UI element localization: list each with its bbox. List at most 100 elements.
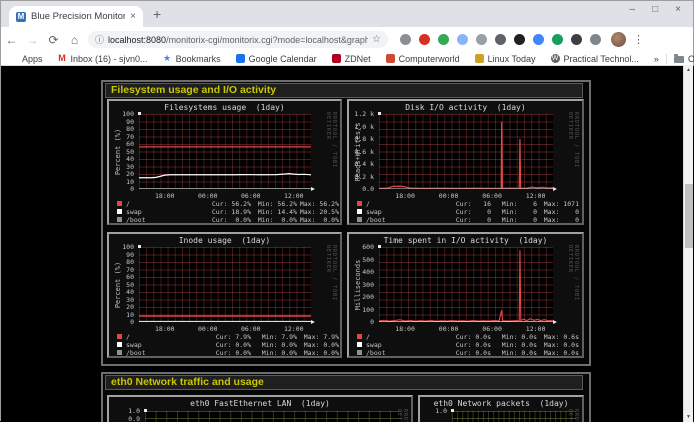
- rrdtool-watermark: RRDTOOL / TOBI OETIKER: [325, 245, 337, 330]
- extension-icon[interactable]: [438, 34, 449, 45]
- graph-panel-eth0-packets[interactable]: eth0 Network packets (1day)Packets/s1.0R…: [418, 395, 584, 422]
- maximize-button[interactable]: □: [652, 4, 658, 15]
- url-path: /monitorix-cgi/monitorix.cgi?mode=localh…: [166, 35, 368, 45]
- bookmark-star[interactable]: ★Bookmarks: [163, 54, 221, 64]
- browser-toolbar: ← → ⟳ ⌂ ⓘ localhost:8080/monitorix-cgi/m…: [1, 27, 693, 53]
- legend-name: /: [366, 200, 370, 208]
- bookmark-calendar[interactable]: Google Calendar: [236, 54, 317, 64]
- other-bookmarks-label: Other bookmarks: [688, 54, 694, 64]
- legend-swatch: [117, 209, 122, 214]
- other-bookmarks-button[interactable]: Other bookmarks: [674, 54, 694, 64]
- extension-icon[interactable]: [552, 34, 563, 45]
- legend-min: Min: 0.0s: [495, 341, 537, 349]
- bookmark-apps-grid[interactable]: ▦Apps: [9, 54, 43, 64]
- tab-title: Blue Precision Monitorix: [31, 11, 125, 22]
- bookmark-star-icon[interactable]: ☆: [372, 34, 381, 45]
- y-axis-arrow: [378, 112, 381, 115]
- graph-panel-io-time[interactable]: Time spent in I/O activity (1day)Millise…: [347, 232, 584, 358]
- star-icon: ★: [163, 54, 172, 63]
- x-tick-label: 00:00: [439, 325, 459, 333]
- extension-icon[interactable]: [457, 34, 468, 45]
- new-tab-button[interactable]: +: [153, 6, 161, 22]
- graph-title: Inode usage (1day): [109, 236, 340, 245]
- home-icon[interactable]: ⌂: [64, 33, 85, 47]
- legend-swatch: [117, 350, 122, 355]
- legend-cur: Cur: 0: [441, 208, 491, 216]
- computerworld-icon: [386, 54, 395, 63]
- x-axis-arrow: [553, 187, 557, 191]
- x-tick-label: 00:00: [439, 192, 459, 200]
- bookmark-computerworld[interactable]: Computerworld: [386, 54, 460, 64]
- y-tick-label: 0.6 k: [349, 148, 374, 156]
- bookmark-gmail[interactable]: MInbox (16) - sjvn0...: [58, 54, 148, 64]
- y-tick-label: 600: [349, 243, 374, 251]
- page-info-icon[interactable]: ⓘ: [95, 33, 104, 46]
- y-axis-arrow: [378, 245, 381, 248]
- legend-max: Max: 0.0%: [299, 216, 339, 224]
- rrdtool-watermark: RRDTOOL / TOBI OETIKER: [396, 409, 408, 422]
- x-axis-arrow: [311, 187, 315, 191]
- plot-area: [139, 114, 311, 189]
- browser-menu-icon[interactable]: ⋮: [633, 33, 644, 46]
- y-axis-arrow: [138, 112, 141, 115]
- graph-panel-eth0-traffic[interactable]: eth0 FastEthernet LAN (1day)1.00.9RRDTOO…: [107, 395, 413, 422]
- legend-name: swap: [126, 341, 142, 349]
- profile-avatar[interactable]: [611, 32, 626, 47]
- bookmark-wordpress[interactable]: WPractical Technol...: [551, 54, 639, 64]
- y-tick-label: 400: [349, 268, 374, 276]
- browser-tab[interactable]: M Blue Precision Monitorix ×: [9, 6, 143, 27]
- close-button[interactable]: ×: [675, 4, 681, 15]
- graph-series: [379, 114, 553, 189]
- legend-swatch: [357, 350, 362, 355]
- scroll-up-icon[interactable]: ▲: [684, 65, 693, 75]
- tab-close-icon[interactable]: ×: [130, 11, 136, 22]
- minimize-button[interactable]: –: [630, 4, 636, 15]
- back-icon[interactable]: ←: [1, 33, 22, 47]
- bookmarks-overflow-chevron[interactable]: »: [654, 54, 659, 64]
- section-header-eth0: eth0 Network traffic and usage: [105, 375, 583, 390]
- extension-icon[interactable]: [533, 34, 544, 45]
- rrdtool-watermark: RRDTOOL / TOBI OETIKER: [567, 245, 579, 330]
- legend-name: /: [366, 333, 370, 341]
- window-controls: – □ ×: [630, 4, 681, 15]
- monitorix-favicon-icon: M: [16, 12, 26, 22]
- bookmark-zdnet[interactable]: ZDNet: [332, 54, 371, 64]
- extension-icon[interactable]: [476, 34, 487, 45]
- x-tick-label: 12:00: [526, 325, 546, 333]
- y-tick-label: 500: [349, 256, 374, 264]
- x-tick-label: 18:00: [395, 192, 415, 200]
- rrdtool-watermark: RRDTOOL / TOBI OETIKER: [567, 112, 579, 197]
- graph-panel-disk-io[interactable]: Disk I/O activity (1day)Reads+Writes/s1.…: [347, 99, 584, 225]
- extension-icon[interactable]: [495, 34, 506, 45]
- legend-max: Max: 0.0%: [299, 349, 339, 357]
- bookmark-label: Apps: [22, 54, 43, 64]
- extension-icon[interactable]: [514, 34, 525, 45]
- reload-icon[interactable]: ⟳: [43, 33, 64, 47]
- graph-panel-filesystems-usage[interactable]: Filesystems usage (1day)Percent (%)10090…: [107, 99, 342, 225]
- y-axis-arrow: [138, 245, 141, 248]
- y-tick-label: 100: [349, 306, 374, 314]
- rrdtool-watermark: RRDTOOL / TOBI OETIKER: [567, 409, 579, 422]
- extension-icon[interactable]: [571, 34, 582, 45]
- y-tick-label: 0: [109, 185, 134, 193]
- x-tick-label: 12:00: [284, 325, 304, 333]
- address-bar[interactable]: ⓘ localhost:8080/monitorix-cgi/monitorix…: [88, 31, 388, 48]
- x-tick-label: 00:00: [198, 192, 218, 200]
- legend-name: /boot: [366, 216, 386, 224]
- graph-panel-inode-usage[interactable]: Inode usage (1day)Percent (%)10090807060…: [107, 232, 342, 358]
- legend-swatch: [117, 334, 122, 339]
- graph-series: [139, 114, 311, 189]
- page-scrollbar[interactable]: ▲ ▼: [683, 65, 693, 422]
- tab-strip: M Blue Precision Monitorix × + – □ ×: [1, 1, 693, 27]
- extension-icon[interactable]: [419, 34, 430, 45]
- bookmark-linux-today[interactable]: Linux Today: [475, 54, 536, 64]
- extension-icon[interactable]: [400, 34, 411, 45]
- extension-icon[interactable]: [590, 34, 601, 45]
- legend-min: Min: 0.0%: [255, 349, 297, 357]
- y-tick-label: 200: [349, 293, 374, 301]
- x-tick-label: 18:00: [155, 325, 175, 333]
- legend-name: /: [126, 200, 130, 208]
- scrollbar-thumb[interactable]: [685, 184, 693, 248]
- legend-max: Max: 0.0s: [539, 349, 579, 357]
- calendar-icon: [236, 54, 245, 63]
